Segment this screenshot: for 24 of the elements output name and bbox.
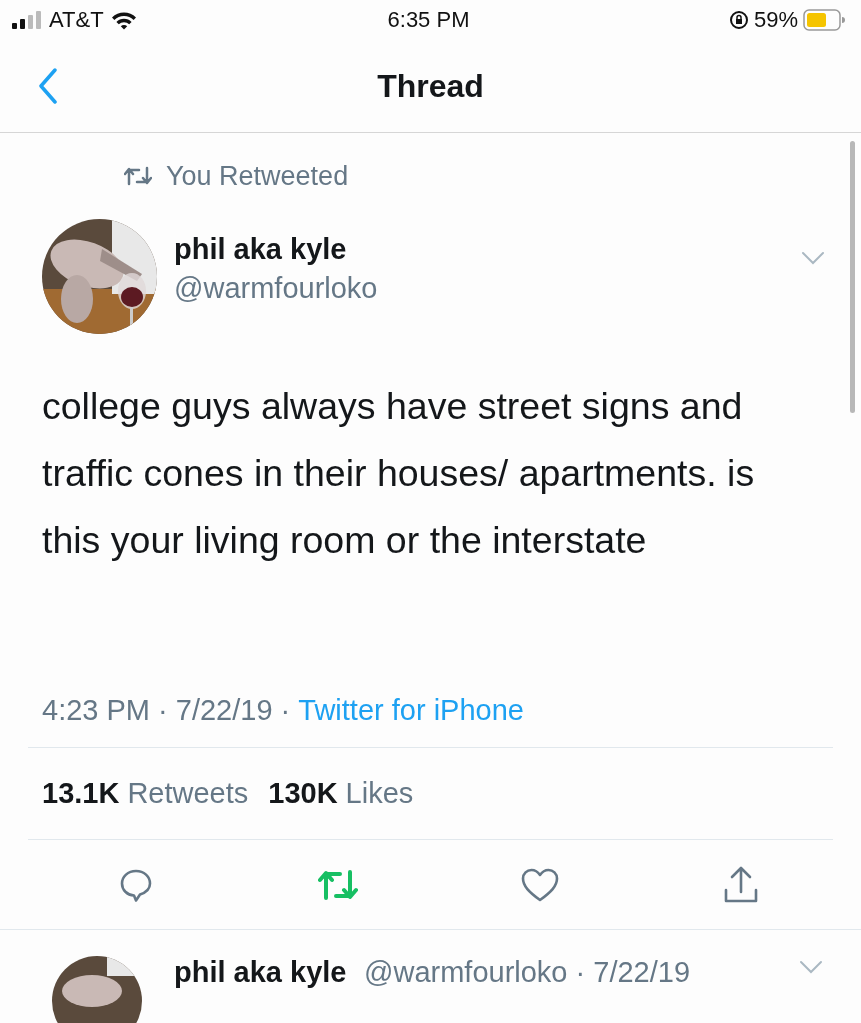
battery-percent: 59% bbox=[753, 7, 798, 33]
tweet-meta: @warmfourloko · 7/22/19 bbox=[364, 956, 691, 989]
battery-icon bbox=[803, 9, 845, 31]
stat-label[interactable]: Retweets bbox=[127, 777, 249, 809]
screen-title: Thread bbox=[377, 67, 484, 105]
signal-icon bbox=[12, 11, 42, 29]
tweet-text: college guys always have street signs and traffic cones in their houses/ apartments. is this your living room or the interstate bbox=[42, 384, 756, 563]
wifi-icon bbox=[110, 10, 137, 30]
tweet-timestamp: 4:23 PM · 7/22/19 · bbox=[42, 693, 292, 727]
rotation-lock-icon bbox=[728, 10, 749, 30]
stat-count[interactable]: 130K bbox=[268, 777, 338, 809]
back-icon[interactable] bbox=[38, 68, 58, 104]
like-icon[interactable] bbox=[521, 866, 560, 903]
retweet-icon[interactable] bbox=[317, 867, 358, 902]
retweet-label: You Retweeted bbox=[166, 160, 349, 192]
retweet-icon bbox=[124, 166, 152, 186]
stat-count[interactable]: 13.1K bbox=[42, 777, 120, 809]
author-handle[interactable]: @warmfourloko bbox=[174, 272, 378, 305]
clock: 6:35 PM bbox=[387, 7, 470, 33]
author-name[interactable]: phil aka kyle bbox=[174, 956, 347, 989]
stat-label[interactable]: Likes bbox=[345, 777, 414, 809]
carrier: AT&T bbox=[49, 7, 104, 33]
share-icon[interactable] bbox=[722, 865, 759, 904]
author-name[interactable]: phil aka kyle bbox=[174, 233, 378, 266]
